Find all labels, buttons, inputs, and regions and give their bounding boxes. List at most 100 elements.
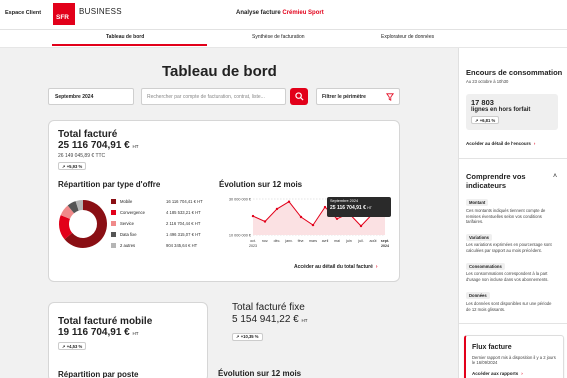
- repartition-donut: [59, 200, 107, 248]
- chevron-right-icon: ›: [521, 371, 523, 376]
- espace-client-link[interactable]: Espace Client: [5, 10, 41, 16]
- legend-swatch: [111, 199, 116, 204]
- x-tick-label: mars: [309, 239, 317, 243]
- tooltip-value: 25 116 704,91 €: [330, 205, 366, 211]
- data-point[interactable]: [335, 217, 339, 220]
- encours-variation: +6,81 %: [479, 117, 496, 123]
- x-year-label: 2024: [381, 244, 389, 248]
- encours-title: Encours de consommation: [466, 68, 563, 77]
- legend-label: Data fixe: [120, 232, 137, 237]
- x-tick-label: mai: [334, 239, 340, 243]
- legend-swatch: [111, 243, 116, 248]
- encours-label: lignes en hors forfait: [471, 107, 531, 113]
- total-value: 25 116 704,91 € HT: [58, 140, 139, 151]
- total-amount: 25 116 704,91 €: [58, 140, 130, 151]
- legend-value: 904 345,64 € HT: [166, 243, 198, 248]
- repartition-title: Répartition par type d'offre: [58, 180, 161, 189]
- tab-tableau-de-bord[interactable]: Tableau de bord: [106, 34, 144, 40]
- sfr-logo[interactable]: SFR: [53, 3, 75, 25]
- right-panel: Encours de consommation Au 23 octobre à …: [458, 48, 567, 378]
- data-point[interactable]: [287, 200, 291, 203]
- evolution-title: Évolution sur 12 mois: [219, 180, 303, 189]
- fixe-value: 5 154 941,22 € HT: [232, 314, 308, 325]
- indic-variations-text: Les variations exprimées en pourcentage …: [466, 242, 552, 253]
- legend-label: Service: [120, 221, 134, 226]
- data-point[interactable]: [299, 215, 303, 219]
- divider: [459, 323, 567, 324]
- tooltip-value-wrap: 25 116 704,91 € HT: [330, 205, 388, 211]
- top-bar: Espace Client SFR BUSINESS Analyse factu…: [0, 0, 567, 30]
- x-year-label: 2023: [249, 244, 257, 248]
- data-point[interactable]: [311, 223, 315, 227]
- legend-value: 4 185 533,21 € HT: [166, 210, 201, 215]
- fixe-variation-badge: ↗ +10,35 %: [232, 332, 263, 341]
- data-point[interactable]: [359, 224, 363, 228]
- indic-consommations-text: Les consommations correspondent à la par…: [466, 271, 549, 282]
- period-value: Septembre 2024: [55, 93, 94, 100]
- mobile-amount: 19 116 704,91 €: [58, 327, 130, 338]
- legend-label: Convergence: [120, 210, 145, 215]
- indic-consommations-pill: Consommations: [466, 263, 505, 270]
- x-tick-label: janv.: [284, 239, 292, 243]
- page-header-title: Analyse facture Crémieu Sport: [236, 10, 324, 16]
- legend-swatch: [111, 232, 116, 237]
- fixe-unit: HT: [301, 318, 308, 323]
- chevron-right-icon: ›: [533, 141, 536, 146]
- indic-donnees-text: Les données sont disponibles sur une pér…: [466, 301, 552, 312]
- fixe-variation: +10,35 %: [240, 334, 259, 339]
- search-input[interactable]: Rechercher par compte de facturation, co…: [141, 88, 286, 105]
- search-button[interactable]: [290, 88, 308, 105]
- legend-swatch: [111, 210, 116, 215]
- mobile-variation-badge: ↗ +4,53 %: [58, 342, 87, 350]
- data-point[interactable]: [275, 207, 279, 211]
- total-detail-link[interactable]: Accéder au détail du total facturé ›: [294, 264, 378, 270]
- legend-value: 2 116 704,44 € HT: [166, 221, 201, 226]
- donut-slice-4: [75, 200, 84, 211]
- legend-item: 2 autres: [111, 243, 135, 248]
- encours-date: Au 23 octobre à 10h30: [466, 79, 509, 84]
- legend-swatch: [111, 221, 116, 226]
- encours-link-label: Accéder au détail de l'encours: [466, 141, 531, 146]
- fixe-block: Total facturé fixe 5 154 941,22 € HT ↗ +…: [232, 302, 308, 343]
- chart-tooltip: Septembre 2024 25 116 704,91 € HT: [327, 197, 391, 217]
- x-tick-label: oct.: [250, 239, 256, 243]
- flux-link-label: Accéder aux rapports: [472, 371, 519, 376]
- indicateurs-title: Comprendre vos indicateurs: [466, 172, 526, 190]
- repartition-poste-title: Répartition par poste: [58, 370, 139, 378]
- tab-synthese[interactable]: Synthèse de facturation: [252, 34, 305, 40]
- period-selector[interactable]: Septembre 2024 ‹ ›: [48, 88, 172, 105]
- data-point[interactable]: [323, 205, 327, 209]
- fixe-label: Total facturé fixe: [232, 302, 305, 313]
- y-tick-label: 30 000 000 €: [229, 198, 252, 202]
- total-label: Total facturé: [58, 129, 118, 140]
- brand-name: BUSINESS: [79, 7, 122, 16]
- indic-donnees-pill: Données: [466, 292, 490, 299]
- tooltip-month: Septembre 2024: [330, 199, 359, 203]
- data-point[interactable]: [263, 220, 267, 223]
- fixe-amount: 5 154 941,22 €: [232, 314, 299, 325]
- header-title-prefix: Analyse facture: [236, 10, 281, 16]
- tab-explorateur[interactable]: Explorateur de données: [381, 34, 434, 40]
- total-unit: HT: [132, 144, 139, 149]
- chevron-up-icon[interactable]: ˄: [553, 173, 557, 180]
- data-point[interactable]: [251, 214, 255, 218]
- encours-value: 17 803: [471, 98, 494, 107]
- legend-label: Mobile: [120, 199, 133, 204]
- x-tick-label: juin: [345, 239, 352, 243]
- x-tick-label: févr.: [298, 239, 305, 243]
- total-ttc: 26 149 045,89 € TTC: [58, 153, 106, 159]
- divider: [459, 158, 567, 159]
- mobile-label: Total facturé mobile: [58, 316, 153, 327]
- filter-button[interactable]: Filtrer le périmètre: [316, 88, 400, 105]
- flux-link[interactable]: Accéder aux rapports ›: [472, 371, 523, 376]
- encours-link[interactable]: Accéder au détail de l'encours ›: [466, 141, 535, 146]
- total-card: Total facturé 25 116 704,91 € HT 26 149 …: [48, 120, 400, 282]
- bottom-evolution-title: Évolution sur 12 mois: [218, 369, 302, 378]
- tooltip-unit: HT: [367, 206, 372, 210]
- donut-slice-3: [67, 201, 79, 214]
- total-variation: +5,93 %: [66, 163, 83, 169]
- search-placeholder: Rechercher par compte de facturation, co…: [147, 93, 265, 100]
- search-icon: [294, 92, 304, 101]
- active-tab-indicator: [52, 44, 207, 46]
- donut-slice-1: [59, 215, 73, 240]
